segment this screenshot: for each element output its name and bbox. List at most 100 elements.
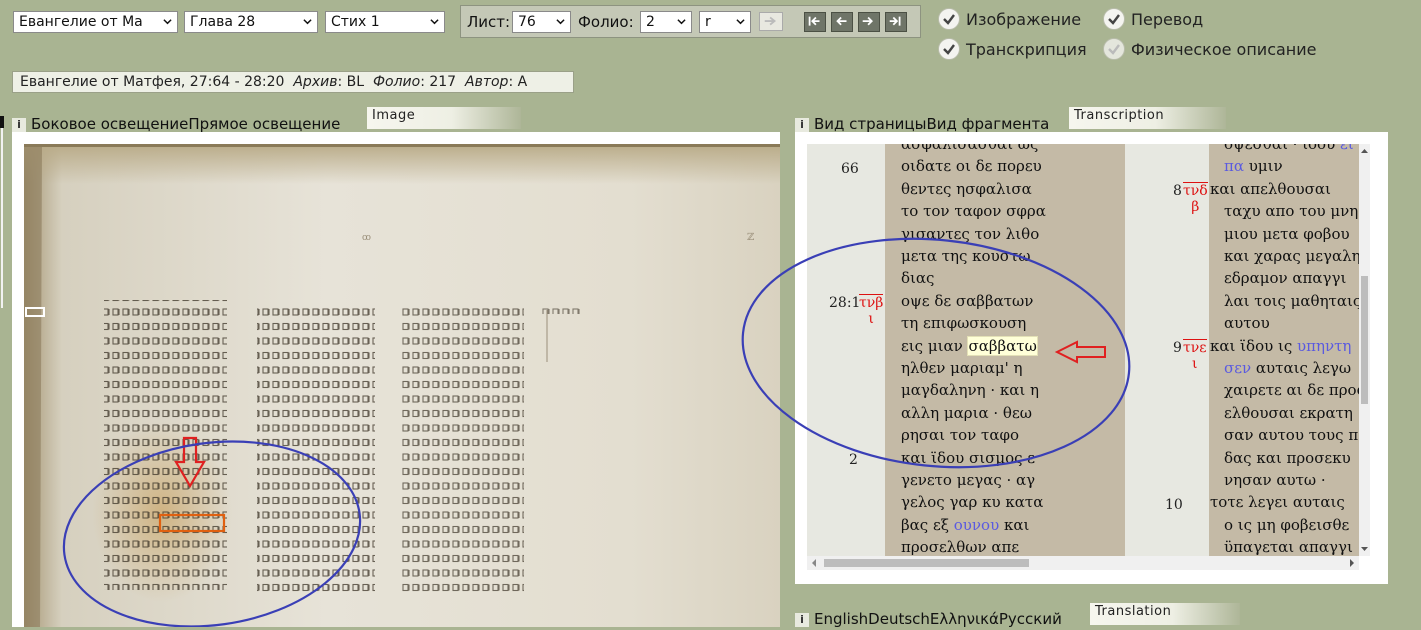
verse-select[interactable]: Стих 1 (325, 11, 445, 33)
scroll-right-icon[interactable] (1347, 556, 1357, 570)
archive-label: Архив (293, 74, 338, 90)
chevron-down-icon (163, 19, 172, 25)
col1-line: ρησαι τον ταφο (901, 426, 1020, 445)
toggle-translation[interactable]: Перевод (1103, 8, 1203, 30)
col2-line: σεν αυταις λεγω (1224, 357, 1359, 379)
side-select-value: r (705, 14, 711, 30)
lang-german[interactable]: Deutsch (868, 610, 930, 628)
nomen-sacrum[interactable]: σεν (1224, 359, 1251, 377)
nomen-sacrum[interactable]: ει (1340, 144, 1354, 153)
tab-page-view[interactable]: Вид страницы (814, 115, 927, 133)
go-button[interactable] (759, 12, 783, 31)
chevron-down-icon (736, 19, 745, 25)
section-mark[interactable]: τνβ ι (859, 294, 884, 327)
manuscript-image[interactable]: ꝏ ℤ (12, 132, 780, 627)
transcription-viewport[interactable]: ασφαλισασθαι ως οιδατε οι δε πορευ θεντε… (807, 144, 1359, 556)
verse-number: 8 (1173, 183, 1182, 199)
col2-line: χαιρετε αι δε προσ (1224, 381, 1359, 400)
toggle-transcription-label: Транскрипция (966, 39, 1087, 59)
list-select-value: 76 (518, 14, 536, 30)
horizontal-scroll-thumb[interactable] (824, 559, 1029, 567)
image-panel-title: Image (367, 107, 521, 129)
col1-line: γελος γαρ κυ κατα (901, 493, 1044, 512)
col1-line: οψε δε σαββατων (901, 291, 1034, 310)
lang-english[interactable]: English (814, 610, 868, 628)
folio-select[interactable]: 2 (640, 11, 692, 33)
folio-info-value: 217 (429, 74, 457, 90)
transcription-panel-title: Transcription (1069, 107, 1226, 129)
chapter-select[interactable]: Глава 28 (184, 11, 318, 33)
col2-line-text: υμιν (1244, 157, 1283, 176)
vertical-scroll-thumb[interactable] (1361, 276, 1368, 404)
section-mark-bottom: ι (1192, 356, 1198, 372)
left-edge-line (1, 128, 3, 308)
section-mark[interactable]: τνε ι (1183, 339, 1207, 372)
first-page-button[interactable] (804, 12, 826, 32)
toggle-image-label: Изображение (966, 9, 1082, 29)
location-text: Евангелие от Матфея, 27:64 - 28:20 (20, 74, 285, 90)
info-icon[interactable]: i (795, 613, 809, 627)
section-mark-bottom: ι (868, 311, 874, 327)
svg-text:ℤ: ℤ (747, 232, 754, 243)
col2-line: εδραμον απαγγι (1224, 269, 1347, 288)
col2-line: λαι τοις μαθηταις (1224, 291, 1359, 310)
chevron-down-icon (556, 19, 565, 25)
horizontal-scrollbar[interactable] (807, 556, 1359, 570)
info-icon[interactable]: i (12, 118, 26, 132)
tab-direct-lighting[interactable]: Прямое освещение (188, 115, 340, 133)
toggle-transcription[interactable]: Транскрипция (938, 38, 1087, 60)
check-icon (1103, 8, 1125, 30)
manuscript-image-panel[interactable]: ꝏ ℤ (12, 132, 780, 627)
col1-line: και ϊδου σισμος ε (901, 448, 1036, 467)
col2-line-text: και ϊδου ις (1210, 336, 1298, 355)
toggle-physical-description[interactable]: Физическое описание (1103, 38, 1317, 60)
col2-line: και απελθουσαι (1210, 179, 1331, 198)
check-icon (1103, 38, 1125, 60)
transcription-panel[interactable]: ασφαλισασθαι ως οιδατε οι δε πορευ θεντε… (795, 132, 1388, 584)
col2-line: και χαρας μεγαλη (1224, 247, 1359, 265)
lang-greek[interactable]: Ελληνικά (930, 610, 999, 628)
col1-line: βας εξ ουνου και (901, 514, 1116, 536)
next-page-icon (862, 16, 873, 26)
author-label: Автор (465, 74, 509, 90)
col1-line: μετα της κουστω (901, 247, 1031, 265)
check-icon (938, 8, 960, 30)
col2-line-text: αυταις λεγω (1251, 359, 1352, 377)
col1-line-text: εις μιαν (901, 336, 968, 355)
prev-page-button[interactable] (831, 12, 853, 32)
col2-line: δας και προσεκυ (1224, 448, 1351, 467)
scroll-left-icon[interactable] (809, 556, 819, 570)
col1-line: αλλη μαρια · θεω (901, 403, 1032, 422)
tab-fragment-view[interactable]: Вид фрагмента (927, 115, 1050, 133)
info-icon[interactable]: i (795, 118, 809, 132)
nomen-sacrum[interactable]: πα (1224, 157, 1244, 175)
nomen-sacrum[interactable]: υπηντη (1297, 337, 1351, 355)
left-edge-marker (0, 116, 4, 128)
col1-line: θεντες ησφαλισα (901, 179, 1032, 198)
side-select[interactable]: r (699, 11, 751, 33)
section-mark[interactable]: τνδ β (1183, 182, 1208, 215)
author-value: A (517, 74, 528, 90)
list-select[interactable]: 76 (512, 11, 571, 33)
last-page-button[interactable] (885, 12, 907, 32)
vertical-scrollbar[interactable] (1359, 144, 1370, 556)
folio-navigation-group: Лист: 76 Фолио: 2 r (460, 5, 921, 38)
scroll-up-icon[interactable] (1359, 146, 1370, 156)
highlighted-word[interactable]: σαββατω (967, 335, 1038, 356)
toggle-translation-label: Перевод (1131, 9, 1204, 29)
book-select[interactable]: Евангелие от Ма (13, 11, 178, 33)
nomen-sacrum[interactable]: ουνου (954, 516, 999, 534)
col2-line: μιου μετα φοβου (1224, 224, 1350, 243)
next-page-button[interactable] (858, 12, 880, 32)
tab-side-lighting[interactable]: Боковое освещение (31, 115, 188, 133)
lang-russian[interactable]: Русский (999, 610, 1062, 628)
scroll-down-icon[interactable] (1359, 544, 1370, 554)
col1-line: το τον ταφον σφρα (901, 202, 1046, 221)
translation-panel-title: Translation (1090, 603, 1240, 625)
verse-number: 28:1 (829, 295, 861, 311)
col1-line: διας (901, 269, 935, 288)
col1-line-text: βας εξ (901, 515, 954, 534)
toggle-image[interactable]: Изображение (938, 8, 1081, 30)
col2-line: ϋπαγεται απαγγι (1224, 538, 1353, 556)
folio-info-label: Фолио (372, 74, 421, 90)
